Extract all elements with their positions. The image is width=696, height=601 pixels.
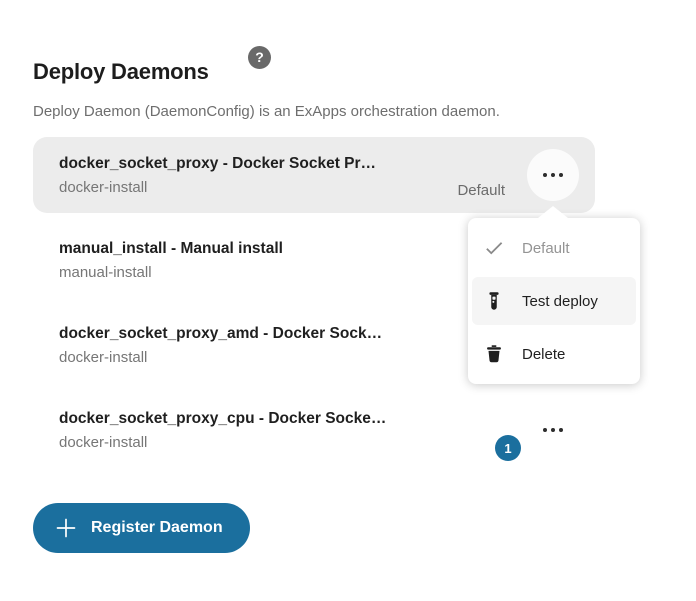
plus-icon — [55, 517, 77, 539]
page-subtitle: Deploy Daemon (DaemonConfig) is an ExApp… — [33, 103, 500, 120]
menu-item-test-deploy[interactable]: Test deploy — [472, 277, 636, 325]
daemon-actions-button[interactable]: 1 — [527, 404, 579, 456]
daemon-row-docker-socket-proxy-cpu[interactable]: docker_socket_proxy_cpu - Docker Socke… … — [33, 392, 595, 468]
trash-icon — [483, 343, 505, 365]
page-title: Deploy Daemons — [33, 59, 209, 85]
daemon-info: docker_socket_proxy - Docker Socket Pr… … — [59, 153, 457, 198]
daemon-type: docker-install — [59, 432, 527, 453]
register-daemon-button[interactable]: Register Daemon — [33, 503, 250, 553]
daemon-info: docker_socket_proxy_cpu - Docker Socke… … — [59, 408, 527, 453]
daemon-context-menu: Default Test deploy Delete — [468, 218, 640, 384]
daemon-type: docker-install — [59, 177, 457, 198]
exapps-count-badge: 1 — [495, 435, 521, 461]
menu-caret — [538, 206, 568, 218]
menu-item-label: Delete — [522, 346, 565, 363]
menu-item-label: Default — [522, 240, 570, 257]
register-daemon-label: Register Daemon — [91, 519, 223, 537]
menu-item-default[interactable]: Default — [472, 224, 636, 272]
check-icon — [483, 237, 505, 259]
daemon-name: docker_socket_proxy - Docker Socket Pr… — [59, 153, 457, 175]
menu-item-delete[interactable]: Delete — [472, 330, 636, 378]
daemon-name: docker_socket_proxy_cpu - Docker Socke… — [59, 408, 527, 430]
daemon-row-docker-socket-proxy[interactable]: docker_socket_proxy - Docker Socket Pr… … — [33, 137, 595, 213]
default-status-label: Default — [457, 182, 505, 199]
help-circle-icon[interactable]: ? — [248, 46, 271, 69]
daemon-actions-button[interactable] — [527, 149, 579, 201]
test-tube-icon — [483, 290, 505, 312]
menu-item-label: Test deploy — [522, 293, 598, 310]
three-dots-icon — [543, 428, 564, 433]
three-dots-icon — [543, 173, 564, 178]
